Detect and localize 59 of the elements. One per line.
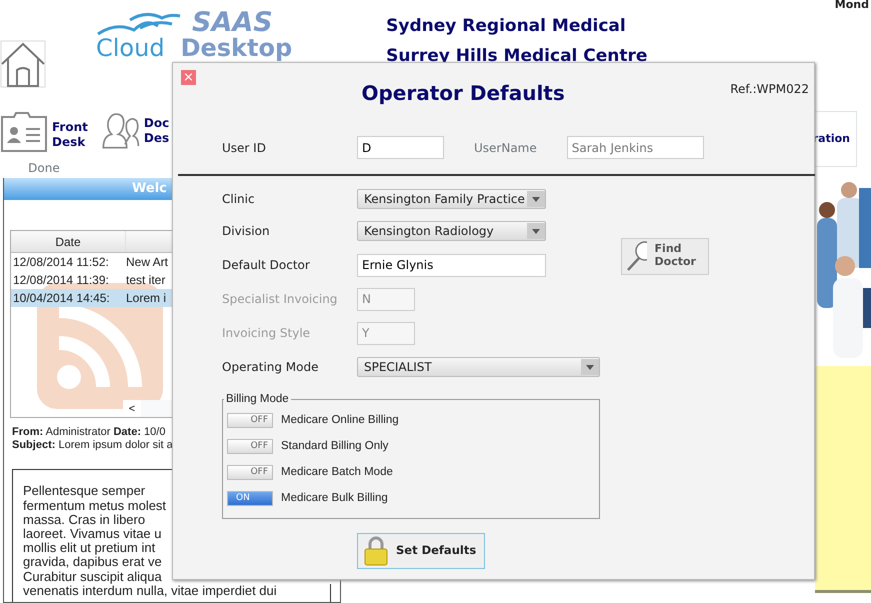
paragraph-line: venenatis interdum nulla, vitae imperdiet dui (23, 584, 278, 598)
toggle-switch[interactable]: OFF (227, 439, 273, 454)
user-id-field[interactable]: D (357, 136, 444, 159)
table-cell-text: New Art (125, 254, 168, 272)
practice-name: Sydney Regional Medical (386, 15, 627, 38)
search-icon (626, 240, 647, 272)
paragraph-line: massa. Cras in libero (23, 512, 146, 527)
paragraph-line: gravida, dapibus erat ve (23, 555, 162, 570)
logo-text: Desktop (180, 36, 292, 60)
logo-text: SAAS (192, 9, 273, 36)
field-label: User ID (222, 140, 267, 156)
date-text: Mond (834, 0, 869, 13)
toggle-label: Medicare Online Billing (281, 412, 399, 428)
table-cell-text: test iter (125, 272, 166, 290)
toggle-label: Standard Billing Only (281, 438, 388, 454)
message-subject: Subject: Lorem ipsum dolor sit a (12, 439, 173, 452)
status-text: Done (28, 160, 60, 177)
toggle-label: Medicare Batch Mode (281, 464, 393, 480)
paragraph-line: Pellentesque semper (23, 484, 146, 499)
paragraph-line: Curabitur suscipit aliqua (23, 570, 162, 584)
toggle-switch[interactable]: OFF (227, 465, 273, 480)
paragraph-line: laoreet. Vivamus vitae u (23, 526, 162, 542)
find-doctor-button[interactable]: Find Doctor (621, 238, 709, 274)
centre-name: Surrey Hills Medical Centre (386, 44, 648, 68)
caret-icon (581, 359, 599, 375)
field-label: Invoicing Style (222, 325, 312, 342)
notes-pad[interactable] (815, 366, 871, 593)
dropdown[interactable]: Kensington Radiology (357, 221, 546, 241)
table-cell-text: 12/08/2014 11:52: (12, 254, 110, 272)
nav-link[interactable]: Front Desk (52, 120, 88, 150)
set-defaults-button[interactable]: Set Defaults (357, 532, 485, 568)
toggle-label: Medicare Bulk Billing (281, 490, 388, 506)
caret-icon (527, 191, 545, 207)
dropdown[interactable]: Kensington Family Practice (357, 189, 546, 209)
field-label: Clinic (222, 191, 256, 208)
field-label: Operating Mode (222, 359, 320, 376)
toggle-switch[interactable]: OFF (227, 413, 273, 428)
field-label: Default Doctor (222, 257, 311, 274)
paragraph-line: mollis elit ut pretium int (23, 541, 156, 556)
padlock-icon (364, 536, 388, 566)
panel-title: Welc (132, 181, 167, 196)
table-cell-text: Lorem i (125, 290, 166, 308)
home-icon[interactable] (0, 40, 48, 88)
ref-text: Ref.:WPM022 (730, 81, 809, 98)
nav-link[interactable]: Doc Des (144, 116, 170, 146)
caret-icon (527, 223, 545, 239)
people-icon[interactable] (100, 110, 140, 151)
dropdown[interactable]: SPECIALIST (357, 357, 600, 377)
group-title: Billing Mode (225, 394, 290, 406)
field-label: Division (222, 223, 271, 240)
table-cell-text: 10/04/2014 14:45: (12, 290, 111, 308)
username-field[interactable]: Sarah Jenkins (566, 136, 704, 159)
paragraph-line: fermentum metus molest (23, 498, 166, 513)
message-from: From: Administrator Date: 10/0 (12, 426, 166, 440)
text-field[interactable]: Ernie Glynis (357, 254, 546, 276)
table-cell-text: 12/08/2014 11:39: (12, 272, 110, 290)
field-label: UserName (474, 140, 537, 156)
logo-text: Cloud (96, 36, 165, 60)
dialog-title: Operator Defaults (360, 80, 566, 107)
